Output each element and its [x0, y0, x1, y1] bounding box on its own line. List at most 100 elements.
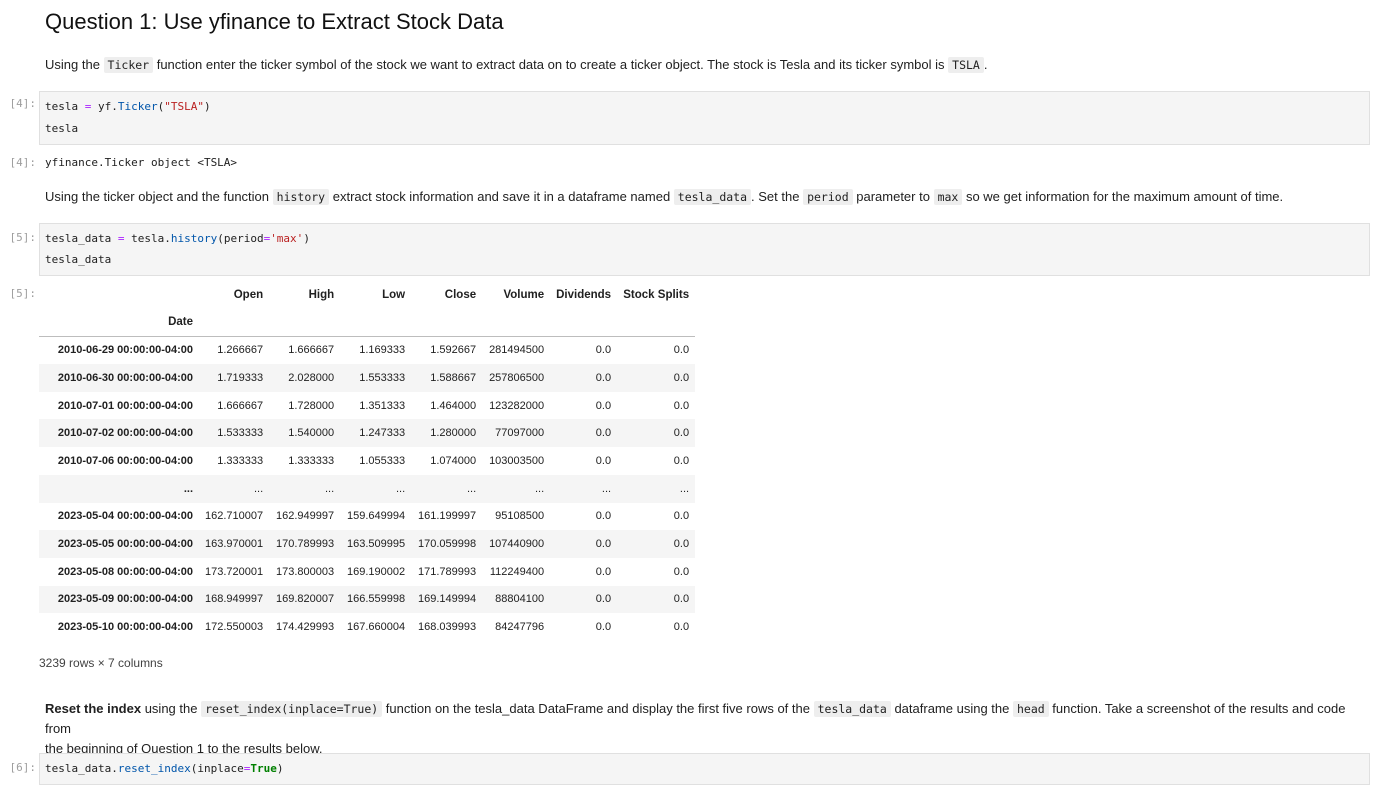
table-cell: 174.429993 — [276, 621, 335, 634]
table-row: 2023-05-04 00:00:00-04:00 162.710007 162.9… — [39, 503, 695, 531]
markdown-ticker-instructions: Using the Ticker function enter the tick… — [45, 57, 988, 73]
md-text: so we get information for the maximum am… — [962, 189, 1284, 204]
inline-code: TSLA — [948, 57, 984, 73]
row-index-date: 2023-05-09 00:00:00-04:00 — [57, 593, 193, 606]
table-cell: 0.0 — [673, 454, 690, 467]
table-cell: 1.280000 — [430, 427, 477, 440]
table-row: 2023-05-05 00:00:00-04:00 163.970001 170.7… — [39, 530, 696, 558]
table-row: ........................ — [39, 474, 696, 503]
table-cell: 112249400 — [489, 565, 545, 578]
table-cell: 95108500 — [495, 510, 545, 523]
table-cell: 257806500 — [489, 371, 545, 384]
table-cell: 0.0 — [673, 371, 690, 384]
section-heading: Question 1: Use yfinance to Extract Stoc… — [45, 9, 504, 34]
table-cell: ... — [534, 482, 545, 495]
table-cell: 163.509995 — [347, 538, 406, 551]
table-cell: 0.0 — [595, 427, 612, 440]
row-index-date: 2023-05-10 00:00:00-04:00 — [57, 621, 193, 634]
table-cell: ... — [395, 482, 406, 495]
md-text: Using the — [45, 57, 104, 72]
table-cell: 123282000 — [489, 399, 545, 412]
table-cell: 0.0 — [595, 371, 612, 384]
row-index-date: 2010-06-29 00:00:00-04:00 — [57, 344, 193, 357]
table-cell: 1.666667 — [288, 344, 335, 357]
table-cell: 2.028000 — [288, 371, 335, 384]
row-index-date: 2010-07-02 00:00:00-04:00 — [57, 427, 193, 440]
table-cell: 0.0 — [673, 538, 690, 551]
table-cell: ... — [253, 482, 264, 495]
md-text: function enter the ticker symbol of the … — [153, 57, 949, 72]
table-cell: 0.0 — [595, 344, 612, 357]
inline-code: period — [803, 189, 853, 205]
output-prompt: [5]: — [9, 287, 37, 300]
table-cell: 1.588667 — [430, 371, 477, 384]
table-row: 2023-05-09 00:00:00-04:00 168.949997 169.8… — [39, 585, 696, 614]
dataframe-table: Open High Low Close Volume Dividends Sto… — [39, 281, 696, 641]
output-prompt: [4]: — [9, 156, 37, 169]
table-cell: 0.0 — [595, 454, 612, 467]
table-cell: 170.059998 — [418, 538, 477, 551]
table-cell: 163.970001 — [205, 538, 264, 551]
md-text: parameter to — [852, 189, 934, 204]
inline-code: tesla_data — [813, 701, 891, 717]
table-cell: 0.0 — [673, 565, 690, 578]
table-cell: ... — [679, 482, 690, 495]
code-cell-reset-index[interactable]: tesla_data.reset_index(inplace=True) — [39, 753, 1370, 785]
row-index-date: 2023-05-04 00:00:00-04:00 — [57, 510, 193, 523]
table-cell: 170.789993 — [276, 538, 335, 551]
table-cell: 1.592667 — [430, 344, 477, 357]
table-cell: 1.553333 — [359, 371, 406, 384]
table-cell: 0.0 — [673, 593, 690, 606]
input-prompt: [5]: — [9, 231, 37, 244]
markdown-reset-index-instructions: Reset the index using the reset_index(in… — [45, 699, 1355, 759]
table-cell: 1.666667 — [217, 399, 264, 412]
table-cell: 77097000 — [495, 427, 545, 440]
input-prompt: [4]: — [9, 97, 37, 110]
table-cell: 1.266667 — [217, 344, 264, 357]
inline-code: history — [272, 189, 330, 205]
inline-code: reset_index(inplace=True) — [201, 701, 383, 717]
table-cell: 0.0 — [595, 621, 612, 634]
inline-code: head — [1012, 701, 1049, 717]
table-header-blank — [39, 281, 199, 309]
column-header: High — [308, 288, 335, 301]
inline-code: Ticker — [103, 57, 154, 73]
table-row: 2010-06-29 00:00:00-04:00 1.266667 1.66666… — [39, 336, 695, 364]
table-cell: 166.559998 — [347, 593, 406, 606]
code-line: tesla = yf.Ticker("TSLA") — [45, 100, 211, 113]
row-index-date: 2023-05-05 00:00:00-04:00 — [57, 538, 193, 551]
table-cell: 171.789993 — [418, 565, 477, 578]
md-text: . Set the — [751, 189, 804, 204]
row-index-date: 2010-07-06 00:00:00-04:00 — [57, 454, 193, 467]
column-header: Stock Splits — [623, 288, 690, 301]
code-cell-history[interactable]: tesla_data = tesla.history(period='max')… — [39, 223, 1370, 276]
md-text: . — [983, 57, 988, 72]
table-cell: 169.190002 — [347, 565, 406, 578]
table-cell: ... — [466, 482, 477, 495]
table-cell: 103003500 — [489, 454, 545, 467]
table-row: 2023-05-10 00:00:00-04:00 172.550003 174.4… — [39, 613, 695, 641]
table-cell: 162.949997 — [276, 510, 335, 523]
table-cell: 1.074000 — [430, 454, 477, 467]
code-cell-ticker[interactable]: tesla = yf.Ticker("TSLA") tesla — [39, 91, 1370, 145]
table-cell: 1.533333 — [217, 427, 264, 440]
table-cell: 1.464000 — [430, 399, 477, 412]
table-cell: 0.0 — [595, 399, 612, 412]
inline-code: tesla_data — [673, 189, 752, 205]
table-row: 2010-07-06 00:00:00-04:00 1.333333 1.33333… — [39, 447, 695, 475]
table-cell: 172.550003 — [205, 621, 264, 634]
table-row: 2023-05-08 00:00:00-04:00 173.720001 173.8… — [39, 558, 695, 586]
table-cell: 167.660004 — [347, 621, 406, 634]
table-cell: 88804100 — [495, 593, 545, 606]
table-cell: 0.0 — [673, 399, 690, 412]
table-cell: 1.333333 — [217, 454, 264, 467]
table-cell: 1.055333 — [359, 454, 406, 467]
table-cell: 169.820007 — [276, 593, 335, 606]
table-cell: 0.0 — [673, 510, 690, 523]
table-cell: 161.199997 — [418, 510, 477, 523]
column-header: Open — [233, 288, 264, 301]
inline-code: max — [933, 189, 963, 205]
markdown-history-instructions: Using the ticker object and the function… — [45, 189, 1284, 205]
table-cell: 173.800003 — [276, 565, 335, 578]
dataframe-shape: 3239 rows × 7 columns — [39, 656, 163, 670]
